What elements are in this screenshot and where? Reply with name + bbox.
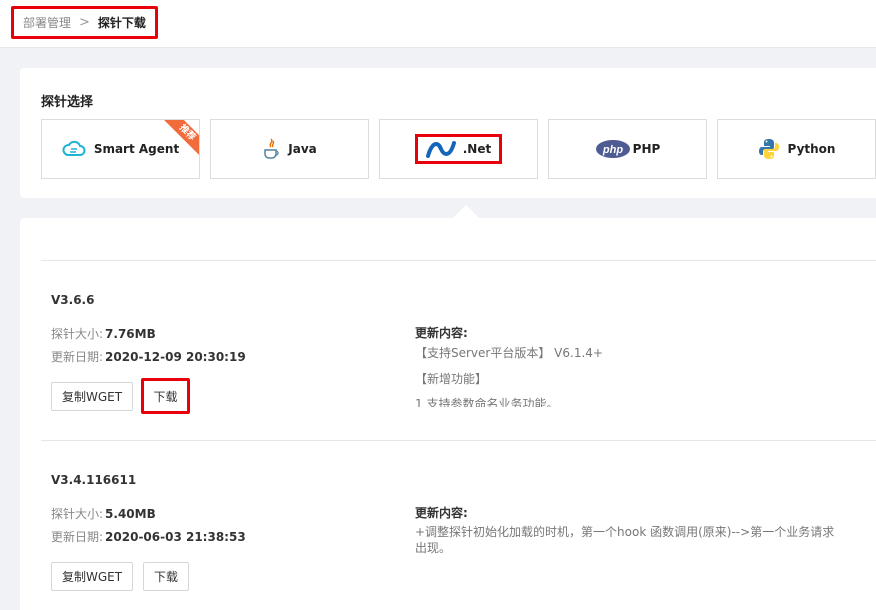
download-button[interactable]: 下载 — [141, 378, 190, 414]
release-note-line: 【新增功能】 — [415, 372, 488, 386]
probe-option-java[interactable]: Java — [210, 119, 369, 179]
download-button[interactable]: 下载 — [143, 562, 189, 591]
probe-label: .Net — [462, 142, 492, 156]
release-version: V3.4.116611 — [51, 473, 137, 487]
probe-option-smart-agent[interactable]: Smart Agent 推荐 — [41, 119, 200, 179]
release-notes-title: 更新内容: — [415, 506, 468, 520]
python-icon — [758, 138, 780, 160]
probe-label: PHP — [632, 142, 661, 156]
probe-option-python[interactable]: Python — [717, 119, 876, 179]
divider — [41, 260, 876, 261]
selection-pointer — [453, 205, 479, 218]
breadcrumb: 部署管理 > 探针下载 — [11, 6, 158, 39]
probe-option-dotnet[interactable]: .Net — [379, 119, 538, 179]
probe-label: Java — [288, 142, 317, 156]
svg-text:php: php — [602, 144, 623, 156]
release-date: 更新日期: 2020-12-09 20:30:19 — [51, 350, 246, 364]
breadcrumb-separator: > — [79, 15, 90, 30]
copy-wget-button[interactable]: 复制WGET — [51, 382, 133, 411]
release-note-line: 【支持Server平台版本】 V6.1.4+ — [415, 346, 603, 360]
dotnet-icon — [425, 140, 460, 158]
release-size: 探针大小: 7.76MB — [51, 327, 156, 341]
release-notes-title: 更新内容: — [415, 326, 468, 340]
cloud-agent-icon — [62, 140, 86, 158]
breadcrumb-current: 探针下载 — [97, 16, 146, 30]
release-version: V3.6.6 — [51, 293, 95, 307]
release-note-line: +调整探针初始化加载的时机，第一个hook 函数调用(原来)-->第一个业务请求… — [415, 525, 835, 555]
java-icon — [262, 138, 280, 160]
breadcrumb-parent-link[interactable]: 部署管理 — [23, 14, 71, 31]
probe-section-title: 探针选择 — [41, 95, 94, 110]
php-icon: php — [595, 139, 631, 159]
probe-option-php[interactable]: php PHP — [548, 119, 707, 179]
probe-selection-card: 探针选择 Smart Agent 推荐 Java .Net php PHP Py… — [20, 68, 876, 198]
release-size: 探针大小: 5.40MB — [51, 507, 156, 521]
release-list-card: V3.6.6 探针大小: 7.76MB 更新日期: 2020-12-09 20:30… — [20, 218, 876, 610]
release-date: 更新日期: 2020-06-03 21:38:53 — [51, 530, 246, 544]
release-note-line: 1 支持参数命名业务功能。 — [415, 397, 559, 407]
probe-label: Python — [787, 142, 836, 156]
copy-wget-button[interactable]: 复制WGET — [51, 562, 133, 591]
probe-label: Smart Agent — [93, 142, 180, 156]
top-bar: 部署管理 > 探针下载 — [0, 0, 876, 48]
divider — [41, 440, 876, 441]
dotnet-highlight-box: .Net — [414, 134, 503, 164]
